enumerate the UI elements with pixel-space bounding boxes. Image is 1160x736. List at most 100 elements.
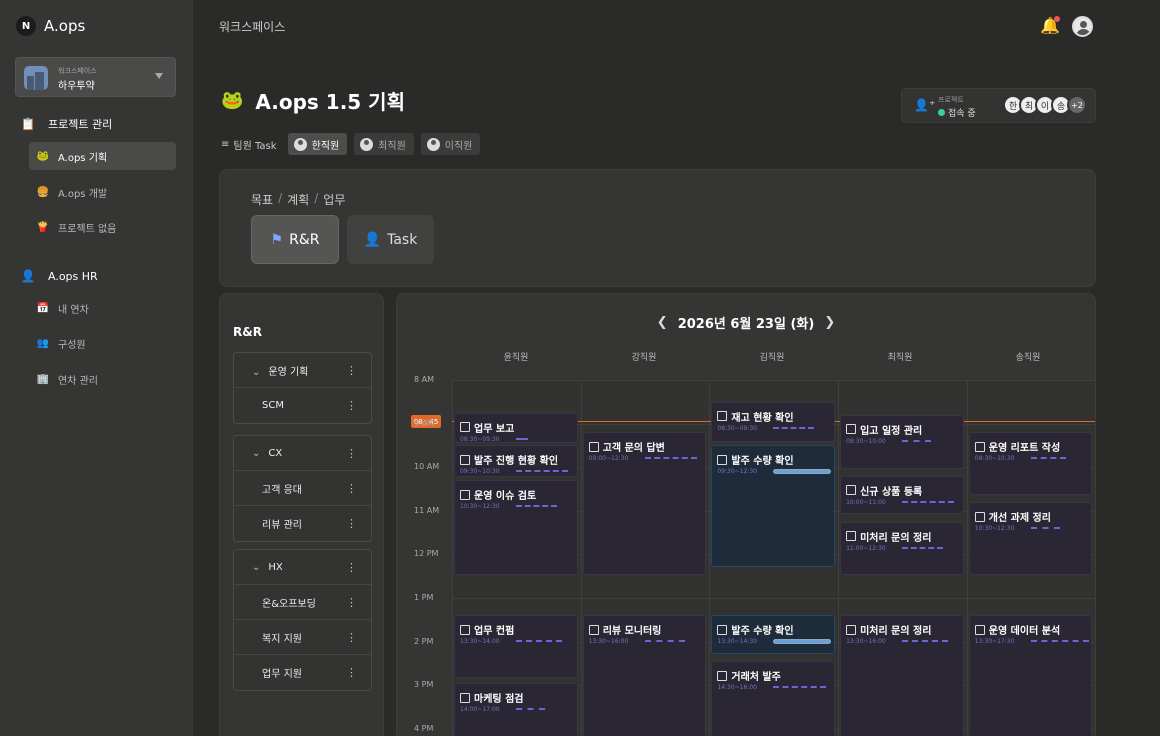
rr-item-label: 복지 지원 [262, 633, 302, 645]
task-event[interactable]: 재고 현황 확인 08:30~09:30 [711, 401, 836, 443]
column-member-name: 강직원 [631, 353, 657, 363]
breadcrumb-item[interactable]: 계획 [287, 191, 309, 208]
brand[interactable]: N A.ops [16, 16, 85, 36]
task-event[interactable]: 운영 리포트 작성 08:30~10:30 [968, 432, 1093, 495]
task-event[interactable]: 미처리 문의 정리 11:00~12:30 [840, 521, 964, 576]
rr-group-header[interactable]: CX ⋮ [234, 436, 371, 471]
time-label: 8 AM [414, 375, 435, 384]
task-button[interactable]: 👤 Task [347, 215, 434, 264]
presence-status: 접속 중 [938, 106, 976, 119]
rr-group-name: HX [252, 562, 282, 573]
nav-group-project[interactable]: 📋 프로젝트 관리 [20, 116, 113, 132]
member-chip-label: 이직원 [444, 140, 473, 152]
rr-group-header[interactable]: HX ⋮ [234, 550, 371, 585]
person-add-icon[interactable]: 👤⁺ [914, 98, 935, 112]
more-vertical-icon[interactable]: ⋮ [346, 631, 357, 644]
person-icon: 👤 [363, 231, 382, 248]
task-progress-bar [516, 505, 557, 508]
rr-item[interactable]: 고객 응대 ⋮ [234, 471, 371, 506]
more-vertical-icon[interactable]: ⋮ [346, 666, 357, 679]
sidebar-item-no-project[interactable]: 🍟 프로젝트 없음 [29, 213, 176, 241]
task-event[interactable]: 고객 문의 답변 09:00~12:30 [582, 432, 707, 576]
task-event[interactable]: 업무 보고 08:30~09:30 [454, 412, 578, 443]
task-event[interactable]: 발주 진행 현황 확인 09:30~10:30 [454, 445, 578, 478]
member-chip[interactable]: 한직원 [287, 133, 348, 155]
task-event[interactable]: 미처리 문의 정리 13:30~16:00 [840, 615, 964, 736]
more-vertical-icon[interactable]: ⋮ [346, 364, 357, 377]
task-title: 발주 진행 현황 확인 [460, 452, 558, 467]
task-event[interactable]: 리뷰 모니터링 13:30~16:00 [582, 615, 707, 736]
more-vertical-icon[interactable]: ⋮ [346, 561, 357, 574]
task-time: 08:30~10:00 [846, 437, 886, 445]
task-progress-bar [1030, 640, 1089, 643]
avatar-stack[interactable]: 한 최 이 송 +2 [1003, 95, 1087, 115]
rr-item[interactable]: 업무 지원 ⋮ [234, 655, 371, 690]
presence-panel[interactable]: 👤⁺ 프로젝트 접속 중 한 최 이 송 +2 [901, 88, 1096, 123]
rr-group-header[interactable]: 운영 기획 ⋮ [234, 353, 371, 388]
breadcrumb-separator: / [314, 191, 319, 205]
task-time: 08:30~09:30 [717, 424, 757, 432]
member-chip-label: 최직원 [378, 140, 406, 152]
task-event[interactable]: 발주 수량 확인 09:30~12:30 [711, 445, 836, 567]
member-chip[interactable]: 이직원 [420, 133, 481, 155]
task-title: 운영 이슈 검토 [460, 487, 536, 502]
task-event[interactable]: 개선 과제 정리 10:30~12:30 [968, 502, 1093, 576]
rr-item[interactable]: 온&오프보딩 ⋮ [234, 585, 371, 620]
member-chip[interactable]: 최직원 [354, 133, 414, 155]
time-label: 1 PM [414, 593, 434, 602]
task-title: 발주 수량 확인 [717, 622, 793, 637]
nav-group-hr[interactable]: 👤 A.ops HR [20, 268, 98, 284]
sidebar-item-label: 프로젝트 없음 [58, 223, 117, 235]
task-event[interactable]: 거래처 발주 14:30~16:00 [711, 661, 836, 736]
time-label: 4 PM [414, 723, 434, 733]
task-event[interactable]: 신규 상품 등록 10:00~11:00 [840, 475, 964, 515]
brand-logo-icon: N [16, 16, 36, 36]
more-vertical-icon[interactable]: ⋮ [346, 596, 357, 609]
member-chip-label: 한직원 [311, 140, 340, 152]
rr-group: HX ⋮ 온&오프보딩 ⋮ 복지 지원 ⋮ 업무 지원 ⋮ [233, 549, 372, 691]
task-title: 업무 컨펌 [460, 622, 514, 637]
sidebar-item-leave-admin[interactable]: 🏢 연차 관리 [29, 365, 176, 393]
page-title: A.ops 1.5 기획 [255, 90, 405, 114]
task-event[interactable]: 운영 이슈 검토 10:30~12:30 [454, 480, 578, 576]
rr-item[interactable]: 리뷰 관리 ⋮ [234, 506, 371, 541]
sidebar-item-aops-dev[interactable]: 🍔 A.ops 개발 [29, 178, 176, 206]
task-event[interactable]: 마케팅 점검 14:00~17:00 [454, 683, 578, 736]
column-member-name: 김직원 [759, 353, 785, 363]
rr-button[interactable]: ⚑ R&R [251, 215, 339, 264]
workspace-label: 워크스페이스 [58, 67, 97, 75]
rr-item[interactable]: SCM ⋮ [234, 388, 371, 423]
more-vertical-icon[interactable]: ⋮ [346, 447, 357, 460]
more-vertical-icon[interactable]: ⋮ [346, 517, 357, 530]
task-progress-bar [773, 639, 832, 645]
task-time: 13:30~14:30 [717, 638, 757, 646]
more-vertical-icon[interactable]: ⋮ [346, 482, 357, 495]
sidebar-item-aops-planning[interactable]: 🐸 A.ops 기획 [29, 142, 176, 170]
chevron-right-icon[interactable]: ❯ [824, 315, 835, 330]
avatar-more-count[interactable]: +2 [1067, 95, 1087, 115]
task-event[interactable]: 입고 일정 관리 08:30~10:00 [840, 414, 964, 469]
breadcrumb-item[interactable]: 목표 [251, 191, 273, 208]
column-member-name: 송직원 [1015, 353, 1041, 363]
breadcrumb-item[interactable]: 업무 [323, 191, 345, 208]
grid-hour-line [452, 598, 1095, 599]
caret-down-icon[interactable] [155, 73, 163, 79]
task-event[interactable]: 발주 수량 확인 13:30~14:30 [711, 615, 836, 654]
task-progress-bar [773, 426, 814, 429]
chevron-left-icon[interactable]: ❮ [657, 315, 668, 330]
more-vertical-icon[interactable]: ⋮ [346, 399, 357, 412]
user-avatar[interactable] [1072, 16, 1093, 37]
task-event[interactable]: 업무 컨펌 13:30~14:00 [454, 615, 578, 678]
sidebar-item-label: A.ops 개발 [58, 188, 108, 200]
task-event[interactable]: 운영 데이터 분석 13:30~17:30 [968, 615, 1093, 736]
calendar-icon: 📅 [36, 302, 50, 314]
task-title: 운영 리포트 작성 [975, 439, 1060, 454]
sidebar-item-my-leave[interactable]: 📅 내 연차 [29, 294, 176, 322]
rr-item[interactable]: 복지 지원 ⋮ [234, 620, 371, 655]
sidebar-item-members[interactable]: 👥 구성원 [29, 329, 176, 357]
brand-name: A.ops [44, 17, 86, 35]
task-time: 13:30~14:00 [460, 638, 500, 646]
building-icon: 🏢 [36, 373, 50, 385]
task-title: 미처리 문의 정리 [846, 622, 931, 637]
workspace-selector[interactable]: 워크스페이스 하우투약 [15, 57, 176, 97]
